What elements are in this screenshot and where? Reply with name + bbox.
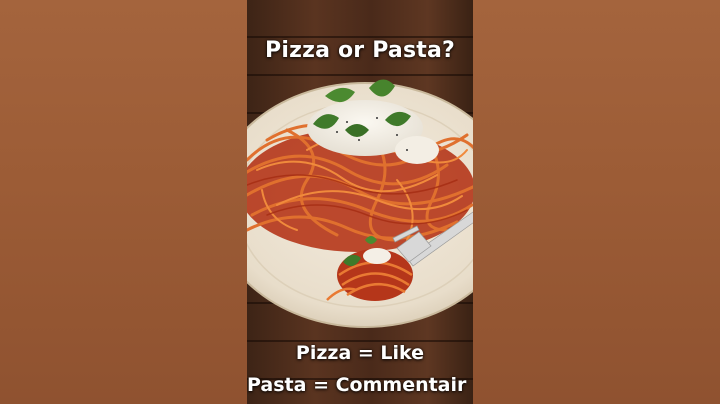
right-blur-panel [473,0,720,404]
question-text: Pizza or Pasta? [265,38,455,63]
vote-like-text: Pizza = Like [295,342,425,364]
left-blur-panel [0,0,247,404]
vote-comment-text: Pasta = Commentair [247,374,467,396]
video-frame: Pizza or Pasta? Pizza = Like Pasta = Com… [247,0,473,404]
